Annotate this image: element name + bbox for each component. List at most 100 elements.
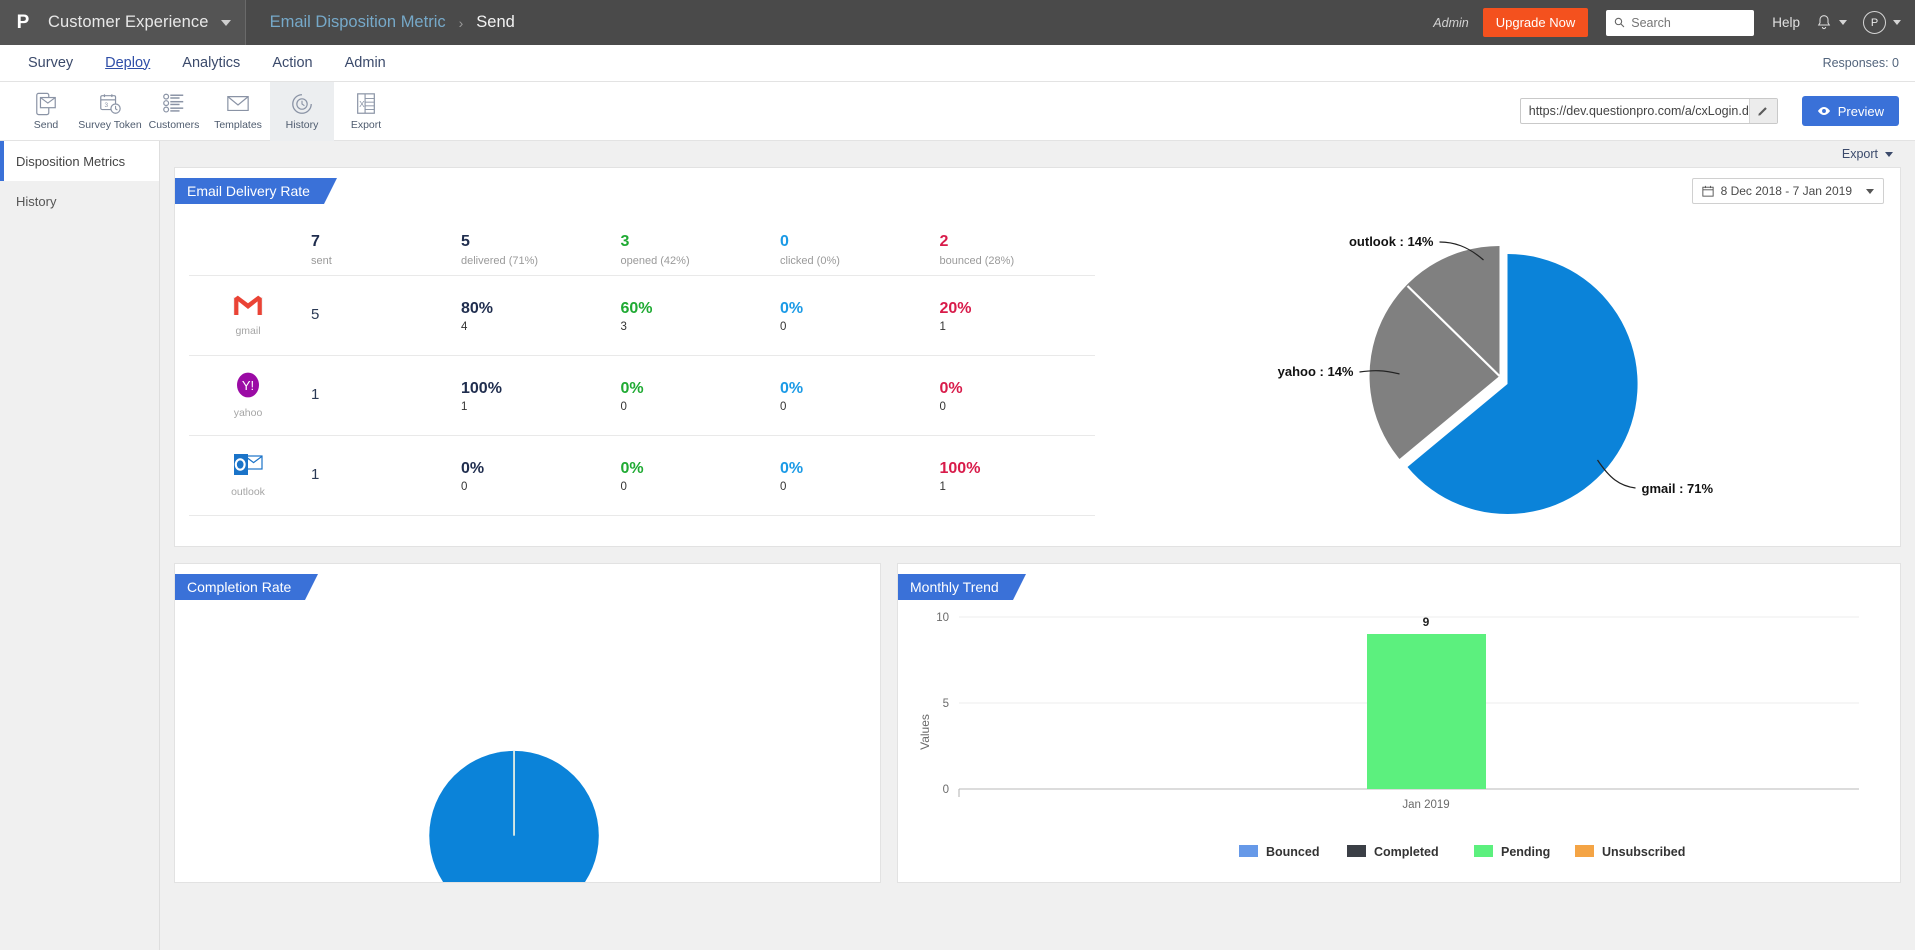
legend-label-pending[interactable]: Pending [1501,845,1550,859]
notifications-menu[interactable] [1816,14,1847,31]
sidebar-item-label: History [16,194,56,209]
toolbar-label: Survey Token [78,119,141,131]
table-row: Y! yahoo 1 100% 1 0% [189,356,1095,436]
deploy-toolbar: Send 3 Survey Token [0,82,1915,141]
bar-pending-jan-2019[interactable] [1367,634,1486,789]
chevron-down-icon [1893,20,1901,25]
nav-item-deploy[interactable]: Deploy [89,45,166,82]
cell-clicked: 0% 0 [776,299,936,333]
chart-legend: Bounced Completed Pending Unsubscribed [1239,845,1685,859]
brand-name-label: Customer Experience [48,13,209,32]
help-link[interactable]: Help [1772,15,1800,30]
pie-label-outlook: outlook : 14% [1349,234,1434,249]
preview-label: Preview [1838,104,1884,119]
toolbar-item-export[interactable]: X Export [334,82,398,141]
calendar-clock-icon: 3 [98,92,122,116]
admin-link[interactable]: Admin [1433,16,1468,30]
sent-value: 1 [311,386,457,405]
count-value: 4 [461,321,617,333]
legend-swatch-pending [1474,845,1493,857]
provider-name: outlook [231,486,265,498]
questionpro-logo-icon: P [12,12,34,34]
summary-label: bounced (28%) [940,255,1096,267]
chevron-down-icon [1866,189,1874,194]
header-actions: Admin Upgrade Now Help P [1433,8,1915,37]
panel-title: Email Delivery Rate [175,178,324,204]
date-range-picker[interactable]: 8 Dec 2018 - 7 Jan 2019 [1692,178,1884,204]
cell-opened: 0% 0 [617,459,777,493]
responses-counter: Responses: 0 [1823,56,1915,70]
preview-button[interactable]: Preview [1802,96,1899,126]
bell-icon [1816,14,1832,31]
toolbar-item-survey-token[interactable]: 3 Survey Token [78,82,142,141]
cell-opened: 60% 3 [617,299,777,333]
breadcrumb-separator-icon: › [459,15,464,31]
completion-chart-area: Pending : 100% [175,564,880,882]
cell-clicked: 0% 0 [776,459,936,493]
summary-cell-clicked: 0 clicked (0%) [776,232,936,267]
survey-url-field[interactable]: https://dev.questionpro.com/a/cxLogin.d [1520,98,1778,124]
count-value: 0 [621,481,777,493]
summary-value: 2 [940,232,1096,252]
cell-clicked: 0% 0 [776,379,936,413]
breadcrumb-parent-link[interactable]: Email Disposition Metric [270,13,446,32]
legend-label-unsubscribed[interactable]: Unsubscribed [1602,845,1685,859]
bar-value-label: 9 [1423,615,1430,629]
toolbar-label: Customers [149,119,200,131]
cell-sent: 1 [307,386,457,405]
toolbar-item-history[interactable]: History [270,82,334,141]
legend-label-bounced[interactable]: Bounced [1266,845,1319,859]
pct-value: 80% [461,299,617,319]
delivery-body: 7 sent 5 delivered (71%) 3 opened (42%) [175,168,1900,546]
completion-pie-svg: Pending : 100% [175,564,880,882]
nav-item-admin[interactable]: Admin [329,45,402,82]
pct-value: 0% [621,459,777,479]
pct-value: 0% [780,379,936,399]
pencil-icon[interactable] [1749,99,1777,123]
provider-cell: gmail [189,294,307,337]
cell-delivered: 0% 0 [457,459,617,493]
summary-value: 0 [780,232,936,252]
user-menu[interactable]: P [1863,11,1901,34]
excel-file-icon: X [354,92,378,116]
chevron-down-icon [221,20,231,26]
toolbar-item-customers[interactable]: Customers [142,82,206,141]
pct-value: 60% [621,299,777,319]
search-box[interactable] [1606,10,1754,36]
sidebar-item-history[interactable]: History [0,181,159,221]
upgrade-now-button[interactable]: Upgrade Now [1483,8,1589,37]
y-tick-label: 10 [936,612,949,624]
provider-cell: Y! yahoo [189,372,307,419]
nav-item-survey[interactable]: Survey [12,45,89,82]
toolbar-item-templates[interactable]: Templates [206,82,270,141]
legend-swatch-completed [1347,845,1366,857]
provider-name: yahoo [234,407,263,419]
toolbar-label: History [286,119,319,131]
provider-cell: outlook [189,453,307,498]
nav-item-action[interactable]: Action [256,45,328,82]
toolbar-label: Send [34,119,59,131]
svg-text:Y!: Y! [242,378,254,393]
survey-url-value: https://dev.questionpro.com/a/cxLogin.d [1521,104,1749,118]
toolbar-item-send[interactable]: Send [14,82,78,141]
survey-url-group: https://dev.questionpro.com/a/cxLogin.d … [1520,96,1915,126]
legend-label-completed[interactable]: Completed [1374,845,1439,859]
cell-bounced: 0% 0 [936,379,1096,413]
legend-swatch-bounced [1239,845,1258,857]
delivery-metrics-table: 7 sent 5 delivered (71%) 3 opened (42%) [175,224,1095,546]
history-clock-icon [290,92,314,116]
chevron-down-icon [1839,20,1847,25]
pct-value: 20% [940,299,1096,319]
cell-sent: 5 [307,306,457,325]
table-row: gmail 5 80% 4 60% 3 [189,276,1095,356]
nav-item-analytics[interactable]: Analytics [166,45,256,82]
trend-chart-area: Values 10 5 0 9 Jan [898,564,1900,882]
pie-label-gmail: gmail : 71% [1642,481,1714,496]
brand-switcher[interactable]: P Customer Experience [0,0,246,45]
date-range-value: 8 Dec 2018 - 7 Jan 2019 [1721,184,1852,198]
export-dropdown[interactable]: Export [1842,147,1893,161]
search-input[interactable] [1631,16,1746,30]
completion-rate-panel: Completion Rate Pending : 100% [174,563,881,883]
sidebar-item-disposition-metrics[interactable]: Disposition Metrics [0,141,159,181]
sidebar-item-label: Disposition Metrics [16,154,125,169]
